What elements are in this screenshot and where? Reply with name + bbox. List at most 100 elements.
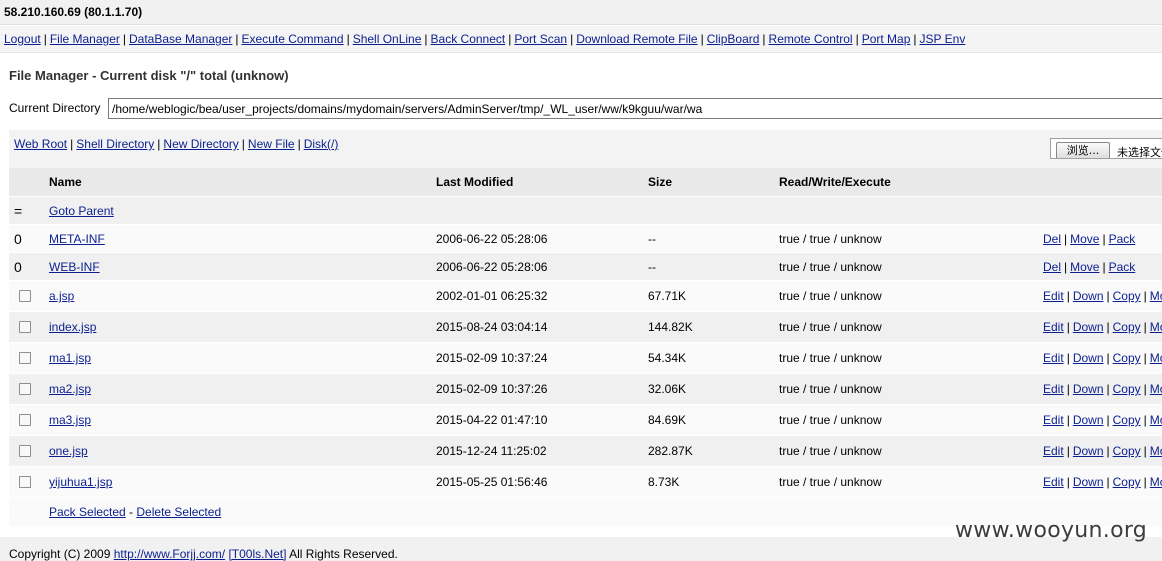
t00ls-link[interactable]: [T00ls.Net] [228, 547, 286, 561]
down-link[interactable]: Down [1073, 320, 1104, 334]
more-link[interactable]: Mo [1150, 289, 1162, 303]
more-link[interactable]: Mo [1150, 382, 1162, 396]
nav-separator: | [913, 32, 917, 46]
size-cell: 54.34K [648, 351, 687, 365]
toolbar-separator: | [70, 137, 74, 151]
copy-link[interactable]: Copy [1113, 320, 1141, 334]
nav-shell-online[interactable]: Shell OnLine [353, 32, 422, 46]
file-checkbox[interactable] [19, 445, 31, 457]
nav-file-manager[interactable]: File Manager [50, 32, 120, 46]
file-name-link[interactable]: index.jsp [49, 320, 96, 334]
size-cell: 67.71K [648, 289, 687, 303]
rwx-cell: true / true / unknow [779, 413, 882, 427]
delete-selected-link[interactable]: Delete Selected [136, 505, 221, 519]
row-actions: Del | Move | Pack [1043, 259, 1136, 274]
copy-link[interactable]: Copy [1113, 444, 1141, 458]
current-directory-input[interactable] [108, 98, 1162, 119]
nav-remote-control[interactable]: Remote Control [769, 32, 853, 46]
upload-file-input[interactable]: 浏览... 未选择文件。 [1050, 138, 1162, 159]
copy-link[interactable]: Copy [1113, 382, 1141, 396]
edit-link[interactable]: Edit [1043, 413, 1064, 427]
file-name-link[interactable]: ma1.jsp [49, 351, 91, 365]
folder-icon: 0 [14, 258, 22, 275]
nav-logout[interactable]: Logout [4, 32, 41, 46]
del-link[interactable]: Del [1043, 232, 1061, 246]
edit-link[interactable]: Edit [1043, 382, 1064, 396]
nav-port-scan[interactable]: Port Scan [514, 32, 567, 46]
nav-database-manager[interactable]: DataBase Manager [129, 32, 232, 46]
nav-clipboard[interactable]: ClipBoard [707, 32, 760, 46]
copy-link[interactable]: Copy [1113, 351, 1141, 365]
file-checkbox[interactable] [19, 476, 31, 488]
more-link[interactable]: Mo [1150, 444, 1162, 458]
forjj-link[interactable]: http://www.Forjj.com/ [114, 547, 225, 561]
row-actions: Edit|Down|Copy|Mo [1043, 343, 1162, 373]
table-row: ma1.jsp 2015-02-09 10:37:24 54.34K true … [9, 343, 1162, 374]
file-checkbox[interactable] [19, 383, 31, 395]
shell-directory-link[interactable]: Shell Directory [76, 137, 154, 151]
file-name-link[interactable]: yijuhua1.jsp [49, 475, 112, 489]
copy-link[interactable]: Copy [1113, 475, 1141, 489]
down-link[interactable]: Down [1073, 382, 1104, 396]
table-row: a.jsp 2002-01-01 06:25:32 67.71K true / … [9, 281, 1162, 312]
file-name-link[interactable]: ma3.jsp [49, 413, 91, 427]
dir-name-link[interactable]: META-INF [49, 232, 105, 246]
nav-separator: | [235, 32, 239, 46]
down-link[interactable]: Down [1073, 475, 1104, 489]
nav-jsp-env[interactable]: JSP Env [920, 32, 966, 46]
more-link[interactable]: Mo [1150, 413, 1162, 427]
file-name-link[interactable]: ma2.jsp [49, 382, 91, 396]
new-directory-link[interactable]: New Directory [163, 137, 238, 151]
file-name-link[interactable]: a.jsp [49, 289, 74, 303]
more-link[interactable]: Mo [1150, 320, 1162, 334]
column-header-rwx: Read/Write/Execute [779, 175, 891, 189]
dir-name-link[interactable]: WEB-INF [49, 260, 100, 274]
edit-link[interactable]: Edit [1043, 289, 1064, 303]
web-root-link[interactable]: Web Root [14, 137, 67, 151]
pack-selected-link[interactable]: Pack Selected [49, 505, 126, 519]
pack-link[interactable]: Pack [1109, 232, 1136, 246]
copyright-suffix: All Rights Reserved. [289, 547, 398, 561]
more-link[interactable]: Mo [1150, 475, 1162, 489]
file-checkbox[interactable] [19, 414, 31, 426]
row-actions: Edit|Down|Copy|Mo [1043, 467, 1162, 497]
pack-link[interactable]: Pack [1109, 260, 1136, 274]
file-name-link[interactable]: one.jsp [49, 444, 88, 458]
del-link[interactable]: Del [1043, 260, 1061, 274]
disk-root-link[interactable]: Disk(/) [304, 137, 339, 151]
down-link[interactable]: Down [1073, 444, 1104, 458]
move-link[interactable]: Move [1070, 260, 1099, 274]
nav-execute-command[interactable]: Execute Command [242, 32, 344, 46]
rwx-cell: true / true / unknow [779, 289, 882, 303]
current-directory-label: Current Directory [9, 101, 101, 115]
rwx-cell: true / true / unknow [779, 382, 882, 396]
nav-port-map[interactable]: Port Map [862, 32, 911, 46]
goto-parent-link[interactable]: Goto Parent [49, 204, 114, 218]
edit-link[interactable]: Edit [1043, 444, 1064, 458]
file-checkbox[interactable] [19, 321, 31, 333]
column-header-modified: Last Modified [436, 175, 514, 189]
copy-link[interactable]: Copy [1113, 413, 1141, 427]
browse-button[interactable]: 浏览... [1056, 142, 1110, 158]
down-link[interactable]: Down [1073, 413, 1104, 427]
down-link[interactable]: Down [1073, 351, 1104, 365]
down-link[interactable]: Down [1073, 289, 1104, 303]
nav-separator: | [122, 32, 126, 46]
modified-cell: 2006-06-22 05:28:06 [436, 259, 548, 274]
move-link[interactable]: Move [1070, 232, 1099, 246]
more-link[interactable]: Mo [1150, 351, 1162, 365]
no-file-selected-label: 未选择文件。 [1117, 146, 1162, 159]
copy-link[interactable]: Copy [1113, 289, 1141, 303]
edit-link[interactable]: Edit [1043, 351, 1064, 365]
edit-link[interactable]: Edit [1043, 320, 1064, 334]
row-actions: Edit|Down|Copy|Mo [1043, 312, 1162, 342]
size-cell: 282.87K [648, 444, 693, 458]
file-checkbox[interactable] [19, 352, 31, 364]
edit-link[interactable]: Edit [1043, 475, 1064, 489]
nav-back-connect[interactable]: Back Connect [431, 32, 506, 46]
watermark: www.wooyun.org [955, 518, 1148, 543]
nav-separator: | [508, 32, 512, 46]
file-checkbox[interactable] [19, 290, 31, 302]
new-file-link[interactable]: New File [248, 137, 295, 151]
nav-download-remote-file[interactable]: Download Remote File [576, 32, 697, 46]
